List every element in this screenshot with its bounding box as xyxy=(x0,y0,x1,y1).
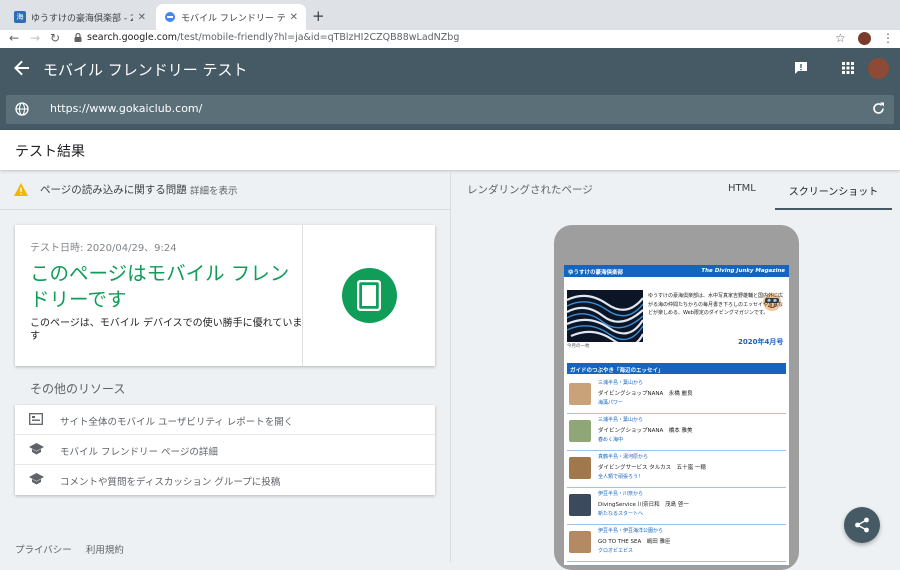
share-button[interactable] xyxy=(844,507,880,543)
essay-entry[interactable]: 真鶴半島・湯河原から ダイビングサービス タルカス 五十嵐 一穂 全人類で頑張ろ… xyxy=(567,452,786,488)
feedback-icon[interactable] xyxy=(794,61,808,75)
entry-title[interactable]: 新たなるスタートへ xyxy=(598,510,643,517)
issue-number[interactable]: 2020年4月号 xyxy=(738,337,783,347)
browser-tab-gokaiclub[interactable]: 海 ゆうすけの豪海倶楽部 - 2020.4 ✕ xyxy=(6,4,154,30)
search-console-favicon-icon xyxy=(165,12,175,22)
site-tagline: The Diving Junky Magazine xyxy=(701,268,785,274)
essay-entry[interactable]: 三浦半島・葉山から ダイビングショップNANA 永橋 麗良 海藻パワー xyxy=(567,378,786,414)
resource-mobile-friendly-details[interactable]: モバイル フレンドリー ページの詳細 xyxy=(15,435,435,465)
result-card: テスト日時: 2020/04/29、9:24 このページはモバイル フレンドリー… xyxy=(15,225,435,366)
smartphone-icon xyxy=(357,280,381,311)
url-host: search.google.com xyxy=(87,32,178,43)
author-photo xyxy=(569,457,591,479)
test-date: テスト日時: 2020/04/29、9:24 xyxy=(30,243,177,254)
card-divider xyxy=(302,225,303,366)
back-arrow-icon[interactable] xyxy=(14,60,30,76)
resources-card: サイト全体のモバイル ユーザビリティ レポートを開く モバイル フレンドリー ペ… xyxy=(15,405,435,495)
browser-tab-mobile-friendly[interactable]: モバイル フレンドリー テスト - G ✕ xyxy=(156,4,306,30)
close-tab-icon[interactable]: ✕ xyxy=(138,12,146,23)
user-avatar[interactable] xyxy=(868,58,889,79)
browser-profile-avatar[interactable] xyxy=(858,32,871,45)
entry-author: GO TO THE SEA 嶋田 雅臣 xyxy=(598,539,671,545)
browser-tab-bar: 海 ゆうすけの豪海倶楽部 - 2020.4 ✕ モバイル フレンドリー テスト … xyxy=(0,0,900,30)
result-description: このページは、モバイル デバイスでの使い勝手に優れています xyxy=(30,318,303,342)
entry-author: DivingService 川奈日和 茂島 啓一 xyxy=(598,502,689,508)
author-photo xyxy=(569,494,591,516)
hero-photo xyxy=(567,290,643,342)
app-title: モバイル フレンドリー テスト xyxy=(43,61,248,79)
view-details-link[interactable]: 詳細を表示 xyxy=(190,183,238,197)
close-tab-icon[interactable]: ✕ xyxy=(290,12,298,23)
entry-title[interactable]: 春めく海中 xyxy=(598,436,623,443)
school-icon xyxy=(29,473,44,485)
entry-region: 三浦半島・葉山から xyxy=(598,380,644,386)
entry-region: 伊豆半島・川奈から xyxy=(598,491,644,497)
essay-section-header: ガイドのつぶやき「海辺のエッセイ」 xyxy=(567,363,786,374)
tab-html[interactable]: HTML xyxy=(728,183,756,194)
share-icon xyxy=(855,517,869,533)
entry-title[interactable]: 全人類で頑張ろう！ xyxy=(598,473,643,480)
warning-icon xyxy=(14,183,28,196)
result-headline: このページはモバイル フレンドリーです xyxy=(30,262,290,311)
entry-title[interactable]: クロオビエビス xyxy=(598,547,633,554)
tab-screenshot[interactable]: スクリーンショット xyxy=(775,170,892,210)
entry-author: ダイビングショップNANA 永橋 麗良 xyxy=(598,391,693,397)
author-photo xyxy=(569,420,591,442)
rendered-page-label: レンダリングされたページ xyxy=(467,184,593,196)
browser-forward-icon[interactable]: → xyxy=(30,31,40,45)
report-icon xyxy=(29,413,43,425)
results-bar: テスト結果 xyxy=(0,130,900,170)
globe-icon xyxy=(15,102,29,116)
tested-url-field[interactable]: https://www.gokaiclub.com/ xyxy=(6,95,894,124)
issue-row: ページの読み込みに関する問題 詳細を表示 xyxy=(0,170,450,210)
resource-usability-report[interactable]: サイト全体のモバイル ユーザビリティ レポートを開く xyxy=(15,405,435,435)
resource-discussion-group[interactable]: コメントや質問をディスカッション グループに投稿 xyxy=(15,465,435,495)
essay-entry[interactable]: 伊豆半島・川奈から DivingService 川奈日和 茂島 啓一 新たなるス… xyxy=(567,489,786,525)
tab-title: ゆうすけの豪海倶楽部 - 2020.4 xyxy=(31,13,133,24)
resource-label: コメントや質問をディスカッション グループに投稿 xyxy=(60,477,281,488)
entry-author: ダイビングショップNANA 橋本 雅美 xyxy=(598,428,693,434)
site-header-bar: ゆうすけの豪海倶楽部 The Diving Junky Magazine xyxy=(564,265,789,277)
entry-region: 三浦半島・葉山から xyxy=(598,417,644,423)
entry-author: ダイビングサービス タルカス 五十嵐 一穂 xyxy=(598,465,706,471)
site-intro: ゆうすけの豪海倶楽部は、水中写真家吉野雄輔と国内外に広がる海の仲間たちからの毎月… xyxy=(648,293,784,316)
lock-icon xyxy=(74,33,82,42)
school-icon xyxy=(29,443,44,455)
page-screenshot: ゆうすけの豪海倶楽部 The Diving Junky Magazine 今月の… xyxy=(564,265,789,565)
terms-link[interactable]: 利用規約 xyxy=(86,542,124,556)
rendered-page-pane: レンダリングされたページ HTML スクリーンショット ゆうすけの豪海倶楽部 T… xyxy=(450,170,900,570)
resource-label: サイト全体のモバイル ユーザビリティ レポートを開く xyxy=(60,417,294,428)
results-title: テスト結果 xyxy=(15,144,85,160)
resources-header: その他のリソース xyxy=(30,382,126,396)
apps-grid-icon[interactable] xyxy=(842,62,854,74)
entry-region: 真鶴半島・湯河原から xyxy=(598,454,649,460)
site-favicon-icon: 海 xyxy=(14,11,26,23)
tab-title: モバイル フレンドリー テスト - G xyxy=(181,13,285,24)
hero-caption: 今月の一枚 xyxy=(567,344,590,349)
new-tab-button[interactable]: + xyxy=(312,7,325,25)
author-photo xyxy=(569,531,591,553)
tested-url: https://www.gokaiclub.com/ xyxy=(50,102,203,115)
browser-reload-icon[interactable]: ↻ xyxy=(50,31,60,45)
issue-text: ページの読み込みに関する問題 xyxy=(40,184,187,196)
site-name: ゆうすけの豪海倶楽部 xyxy=(568,270,624,276)
essay-entry[interactable]: 三浦半島・葉山から ダイビングショップNANA 橋本 雅美 春めく海中 xyxy=(567,415,786,451)
privacy-link[interactable]: プライバシー xyxy=(15,542,72,556)
author-photo xyxy=(569,383,591,405)
mobile-friendly-badge xyxy=(342,268,397,323)
browser-menu-icon[interactable]: ⋮ xyxy=(882,31,894,45)
bookmark-star-icon[interactable]: ☆ xyxy=(835,31,846,45)
footer: プライバシー 利用規約 xyxy=(15,542,124,556)
browser-address-bar: ← → ↻ search.google.com/test/mobile-frie… xyxy=(0,30,900,48)
entry-title[interactable]: 海藻パワー xyxy=(598,399,623,406)
url-field[interactable]: search.google.com/test/mobile-friendly?h… xyxy=(74,32,459,43)
browser-back-icon[interactable]: ← xyxy=(9,31,19,45)
resource-label: モバイル フレンドリー ページの詳細 xyxy=(60,447,218,458)
retest-refresh-icon[interactable] xyxy=(872,102,885,115)
entry-region: 伊豆半島・伊豆海洋公園から xyxy=(598,528,664,534)
phone-frame: ゆうすけの豪海倶楽部 The Diving Junky Magazine 今月の… xyxy=(554,225,799,570)
essay-entry[interactable]: 伊豆半島・伊豆海洋公園から GO TO THE SEA 嶋田 雅臣 クロオビエビ… xyxy=(567,526,786,562)
url-path: /test/mobile-friendly?hl=ja&id=qTBlzHI2C… xyxy=(177,32,460,43)
app-header: モバイル フレンドリー テスト https://www.gokaiclub.co… xyxy=(0,48,900,130)
